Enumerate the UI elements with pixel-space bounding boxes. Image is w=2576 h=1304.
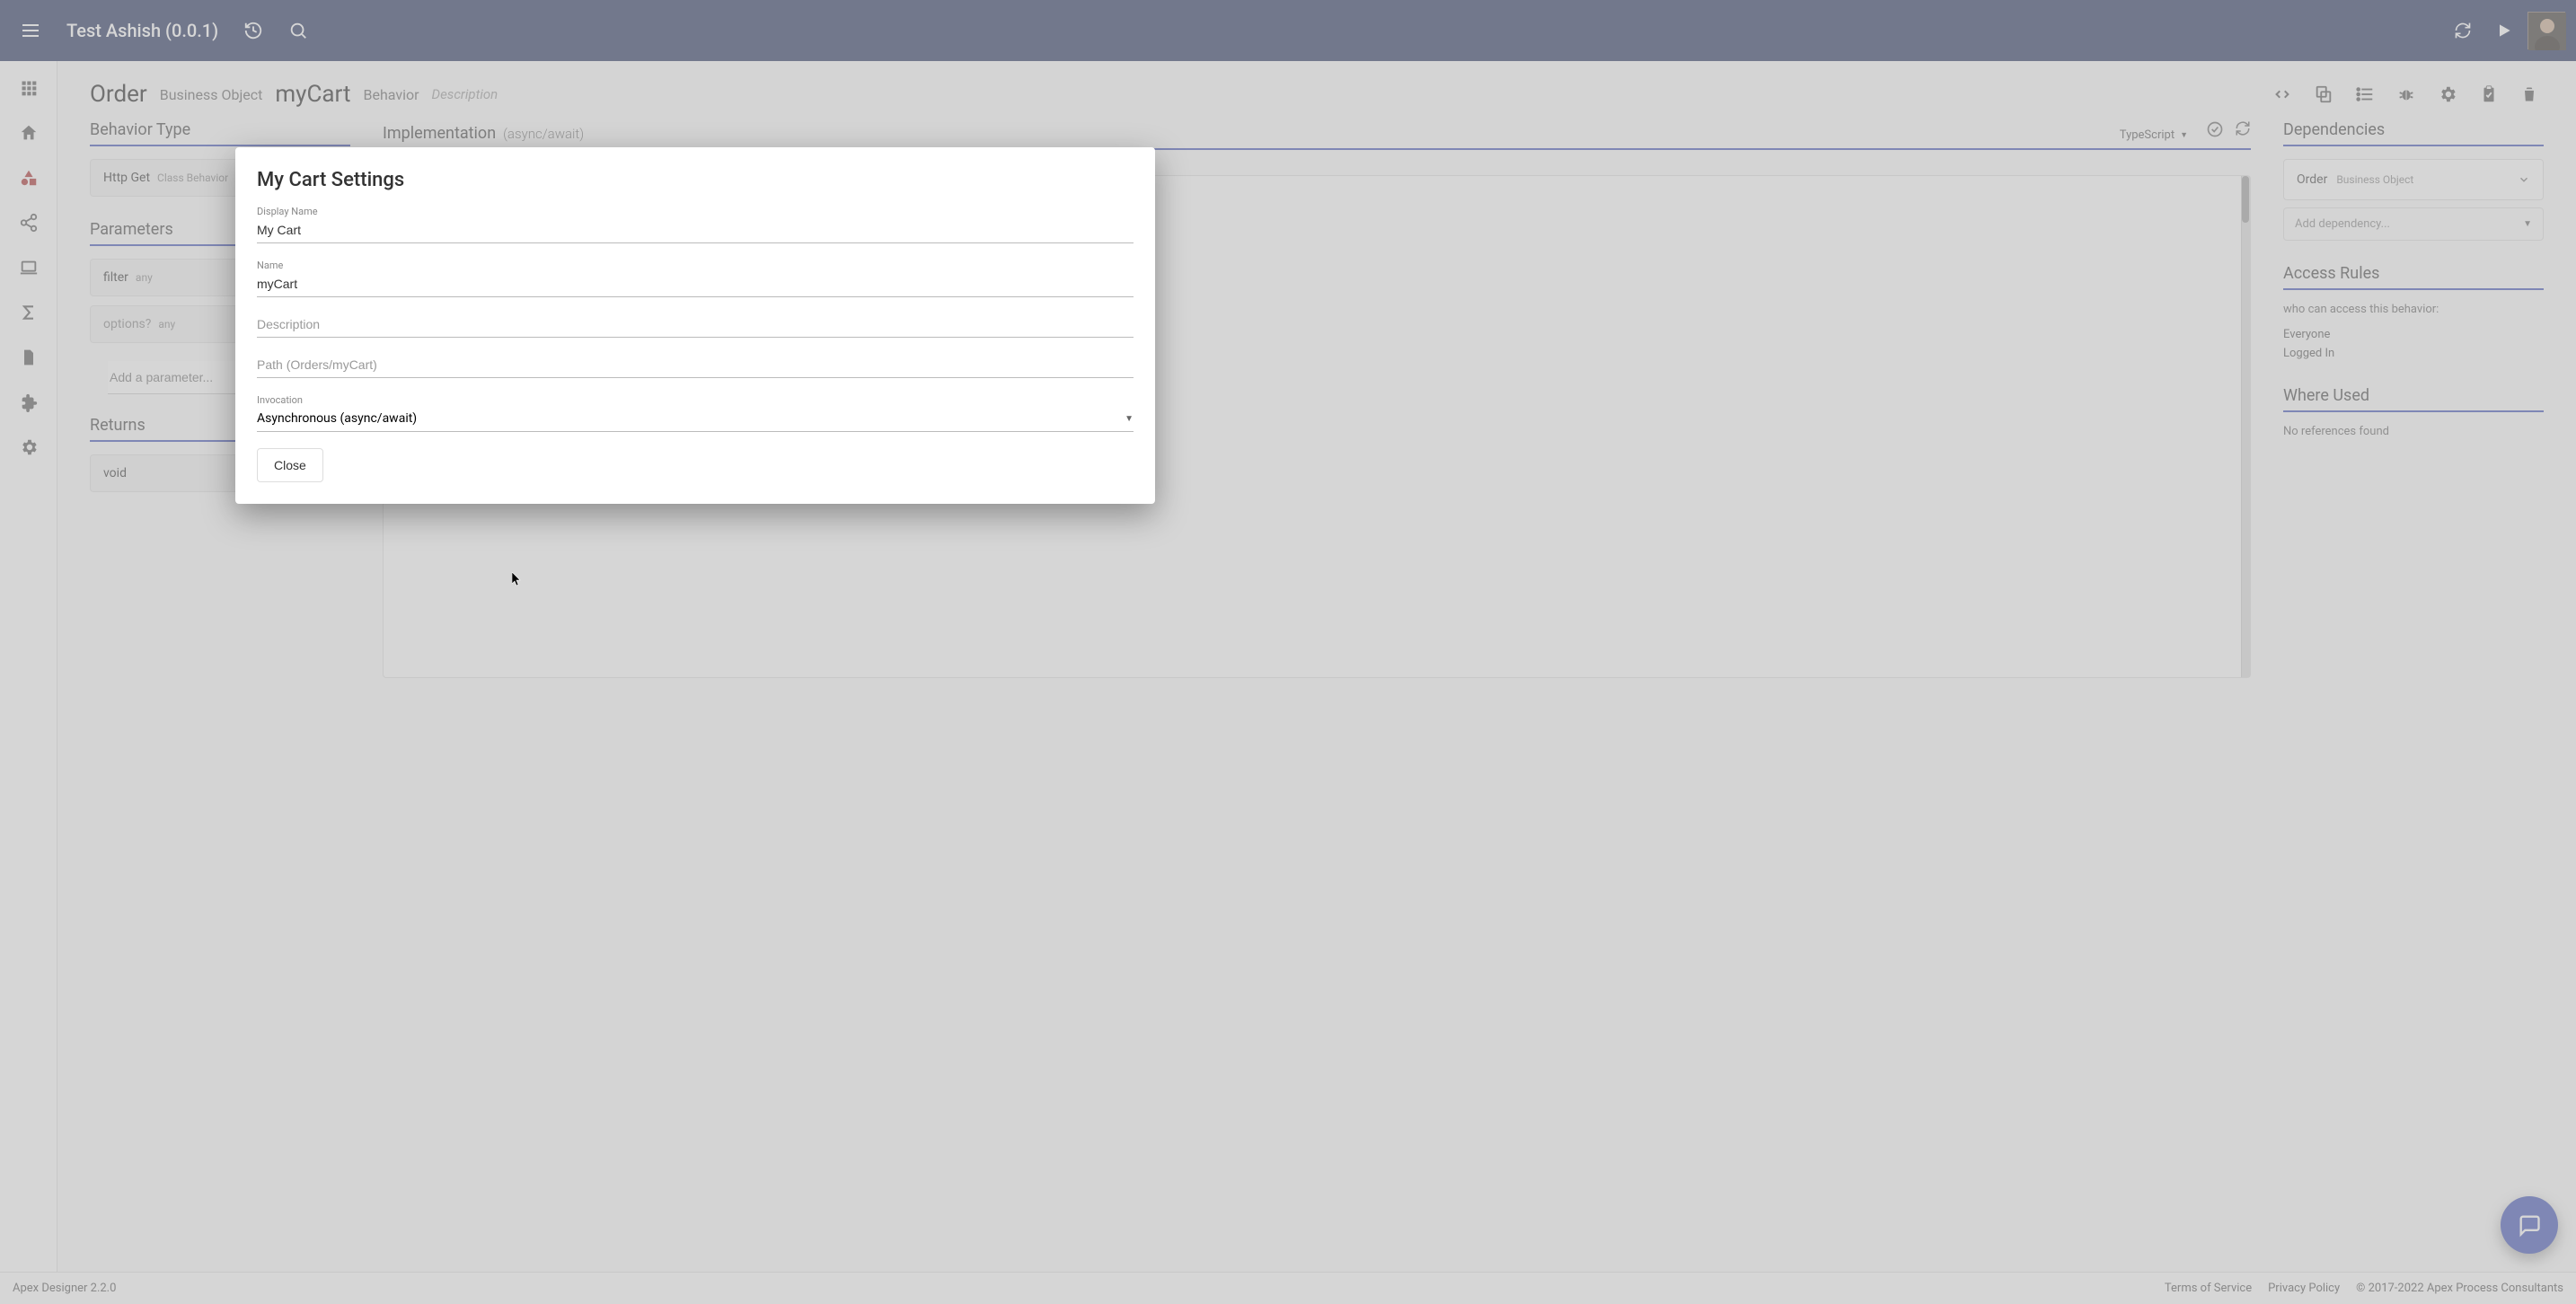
name-label: Name bbox=[257, 260, 1134, 271]
name-input[interactable] bbox=[257, 273, 1134, 297]
dropdown-icon: ▼ bbox=[1125, 414, 1134, 424]
invocation-label: Invocation bbox=[257, 394, 1134, 406]
display-name-input[interactable] bbox=[257, 219, 1134, 243]
settings-dialog: My Cart Settings Display Name Name Invoc… bbox=[235, 147, 1155, 504]
close-button[interactable]: Close bbox=[257, 448, 323, 482]
invocation-select[interactable]: Asynchronous (async/await) ▼ bbox=[257, 408, 1134, 432]
description-input[interactable] bbox=[257, 313, 1134, 338]
dialog-title: My Cart Settings bbox=[257, 169, 1134, 191]
display-name-label: Display Name bbox=[257, 206, 1134, 217]
path-input[interactable] bbox=[257, 354, 1134, 378]
